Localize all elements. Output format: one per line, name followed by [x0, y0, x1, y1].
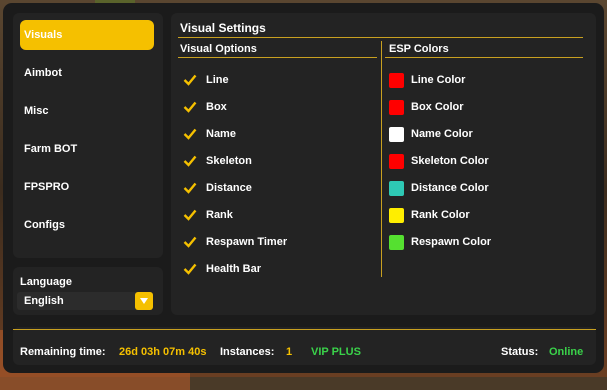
color-name: Name Color	[389, 126, 473, 142]
column-divider	[381, 41, 382, 277]
page-title: Visual Settings	[180, 21, 266, 35]
sidebar-item-aimbot[interactable]: Aimbot	[20, 58, 154, 88]
divider	[178, 57, 377, 58]
esp-colors-header: ESP Colors	[389, 43, 449, 55]
option-label: Line	[206, 74, 229, 86]
plan-badge: VIP PLUS	[311, 346, 361, 358]
color-skeleton: Skeleton Color	[389, 153, 489, 169]
language-label: Language	[20, 276, 72, 288]
status-label: Status:	[501, 346, 539, 358]
option-label: Name	[206, 128, 236, 140]
remaining-time-value: 26d 03h 07m 40s	[119, 346, 207, 358]
instances-label: Instances:	[220, 346, 275, 358]
visual-options-header: Visual Options	[180, 43, 257, 55]
color-line: Line Color	[389, 72, 465, 88]
visual-settings-panel: Visual Settings Visual Options ESP Color…	[171, 13, 596, 315]
option-label: Health Bar	[206, 263, 262, 275]
option-distance[interactable]: Distance	[183, 180, 252, 196]
sidebar: Visuals Aimbot Misc Farm BOT FPSPRO Conf…	[13, 13, 163, 258]
sidebar-item-farm-bot[interactable]: Farm BOT	[20, 134, 154, 164]
divider	[385, 57, 583, 58]
instances-value: 1	[286, 346, 293, 358]
language-select[interactable]: English	[17, 292, 153, 310]
color-swatch[interactable]	[389, 99, 404, 115]
checkmark-icon[interactable]	[183, 208, 197, 222]
color-label: Box Color	[411, 101, 464, 113]
language-panel: Language English	[13, 267, 163, 315]
color-label: Name Color	[411, 128, 473, 140]
cheat-menu-window: Visuals Aimbot Misc Farm BOT FPSPRO Conf…	[3, 3, 604, 373]
color-label: Distance Color	[411, 182, 489, 194]
color-swatch[interactable]	[389, 234, 404, 250]
language-selected-value: English	[24, 295, 64, 307]
chevron-down-icon[interactable]	[135, 292, 153, 310]
color-label: Skeleton Color	[411, 155, 489, 167]
color-box: Box Color	[389, 99, 464, 115]
checkmark-icon[interactable]	[183, 154, 197, 168]
color-distance: Distance Color	[389, 180, 489, 196]
sidebar-item-configs[interactable]: Configs	[20, 210, 154, 240]
checkmark-icon[interactable]	[183, 127, 197, 141]
color-swatch[interactable]	[389, 126, 404, 142]
checkmark-icon[interactable]	[183, 262, 197, 276]
color-swatch[interactable]	[389, 72, 404, 88]
color-swatch[interactable]	[389, 180, 404, 196]
option-label: Respawn Timer	[206, 236, 288, 248]
sidebar-item-fpspro[interactable]: FPSPRO	[20, 172, 154, 202]
divider	[13, 329, 596, 330]
option-health-bar[interactable]: Health Bar	[183, 261, 261, 277]
option-box[interactable]: Box	[183, 99, 227, 115]
sidebar-item-visuals[interactable]: Visuals	[20, 20, 154, 50]
color-label: Respawn Color	[411, 236, 492, 248]
option-label: Distance	[206, 182, 252, 194]
color-label: Rank Color	[411, 209, 470, 221]
option-label: Box	[206, 101, 227, 113]
option-skeleton[interactable]: Skeleton	[183, 153, 252, 169]
remaining-time-label: Remaining time:	[20, 346, 106, 358]
status-badge: Online	[549, 346, 584, 358]
option-name[interactable]: Name	[183, 126, 236, 142]
checkmark-icon[interactable]	[183, 181, 197, 195]
option-rank[interactable]: Rank	[183, 207, 233, 223]
checkmark-icon[interactable]	[183, 100, 197, 114]
color-label: Line Color	[411, 74, 466, 86]
sidebar-item-misc[interactable]: Misc	[20, 96, 154, 126]
color-swatch[interactable]	[389, 207, 404, 223]
checkmark-icon[interactable]	[183, 235, 197, 249]
status-bar: Remaining time: 26d 03h 07m 40s Instance…	[13, 327, 596, 365]
option-respawn-timer[interactable]: Respawn Timer	[183, 234, 287, 250]
color-rank: Rank Color	[389, 207, 470, 223]
color-swatch[interactable]	[389, 153, 404, 169]
checkmark-icon[interactable]	[183, 73, 197, 87]
option-line[interactable]: Line	[183, 72, 229, 88]
option-label: Skeleton	[206, 155, 252, 167]
divider	[178, 37, 583, 38]
option-label: Rank	[206, 209, 233, 221]
color-respawn: Respawn Color	[389, 234, 491, 250]
